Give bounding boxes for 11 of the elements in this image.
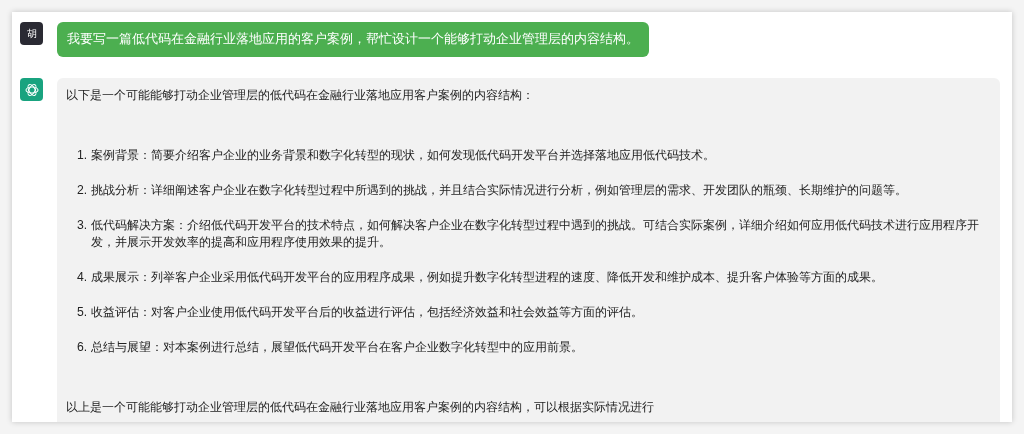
list-item: 2. 挑战分析：详细阐述客户企业在数字化转型过程中所遇到的挑战，并且结合实际情况进行分析，例如管理层的需求、开发团队的瓶颈、长期维护的问题等。 <box>77 182 908 199</box>
list-item: 1. 案例背景：简要介绍客户企业的业务背景和数字化转型的现状，如何发现低代码开发平台并选择落地应用低代码技术。 <box>77 147 716 164</box>
list-item: 5. 收益评估：对客户企业使用低代码开发平台后的收益进行评估，包括经济效益和社会效益等方面的评估。 <box>77 304 644 321</box>
intro-text: 以下是一个可能能够打动企业管理层的低代码在金融行业落地应用客户案例的内容结构： <box>66 87 535 104</box>
outro-text: 以上是一个可能能够打动企业管理层的低代码在金融行业落地应用客户案例的内容结构，可以根据实际情况进行 <box>66 399 655 416</box>
assistant-avatar-icon <box>20 78 43 101</box>
list-item: 6. 总结与展望：对本案例进行总结，展望低代码开发平台在客户企业数字化转型中的应用前景。 <box>77 339 584 356</box>
user-avatar: 胡 <box>20 22 43 45</box>
user-message: 我要写一篇低代码在金融行业落地应用的客户案例，帮忙设计一个能够打动企业管理层的内容结构。 <box>57 22 649 57</box>
list-item: 3. 低代码解决方案：介绍低代码开发平台的技术特点，如何解决客户企业在数字化转型过程中遇到的挑战。可结合实际案例，详细介绍如何应用低代码技术进行应用程序开发，并展示开发效率的提高和应用程序使用效果的提升。 <box>77 217 980 251</box>
list-item: 4. 成果展示：列举客户企业采用低代码开发平台的应用程序成果，例如提升数字化转型进程的速度、降低开发和维护成本、提升客户体验等方面的成果。 <box>77 269 884 286</box>
